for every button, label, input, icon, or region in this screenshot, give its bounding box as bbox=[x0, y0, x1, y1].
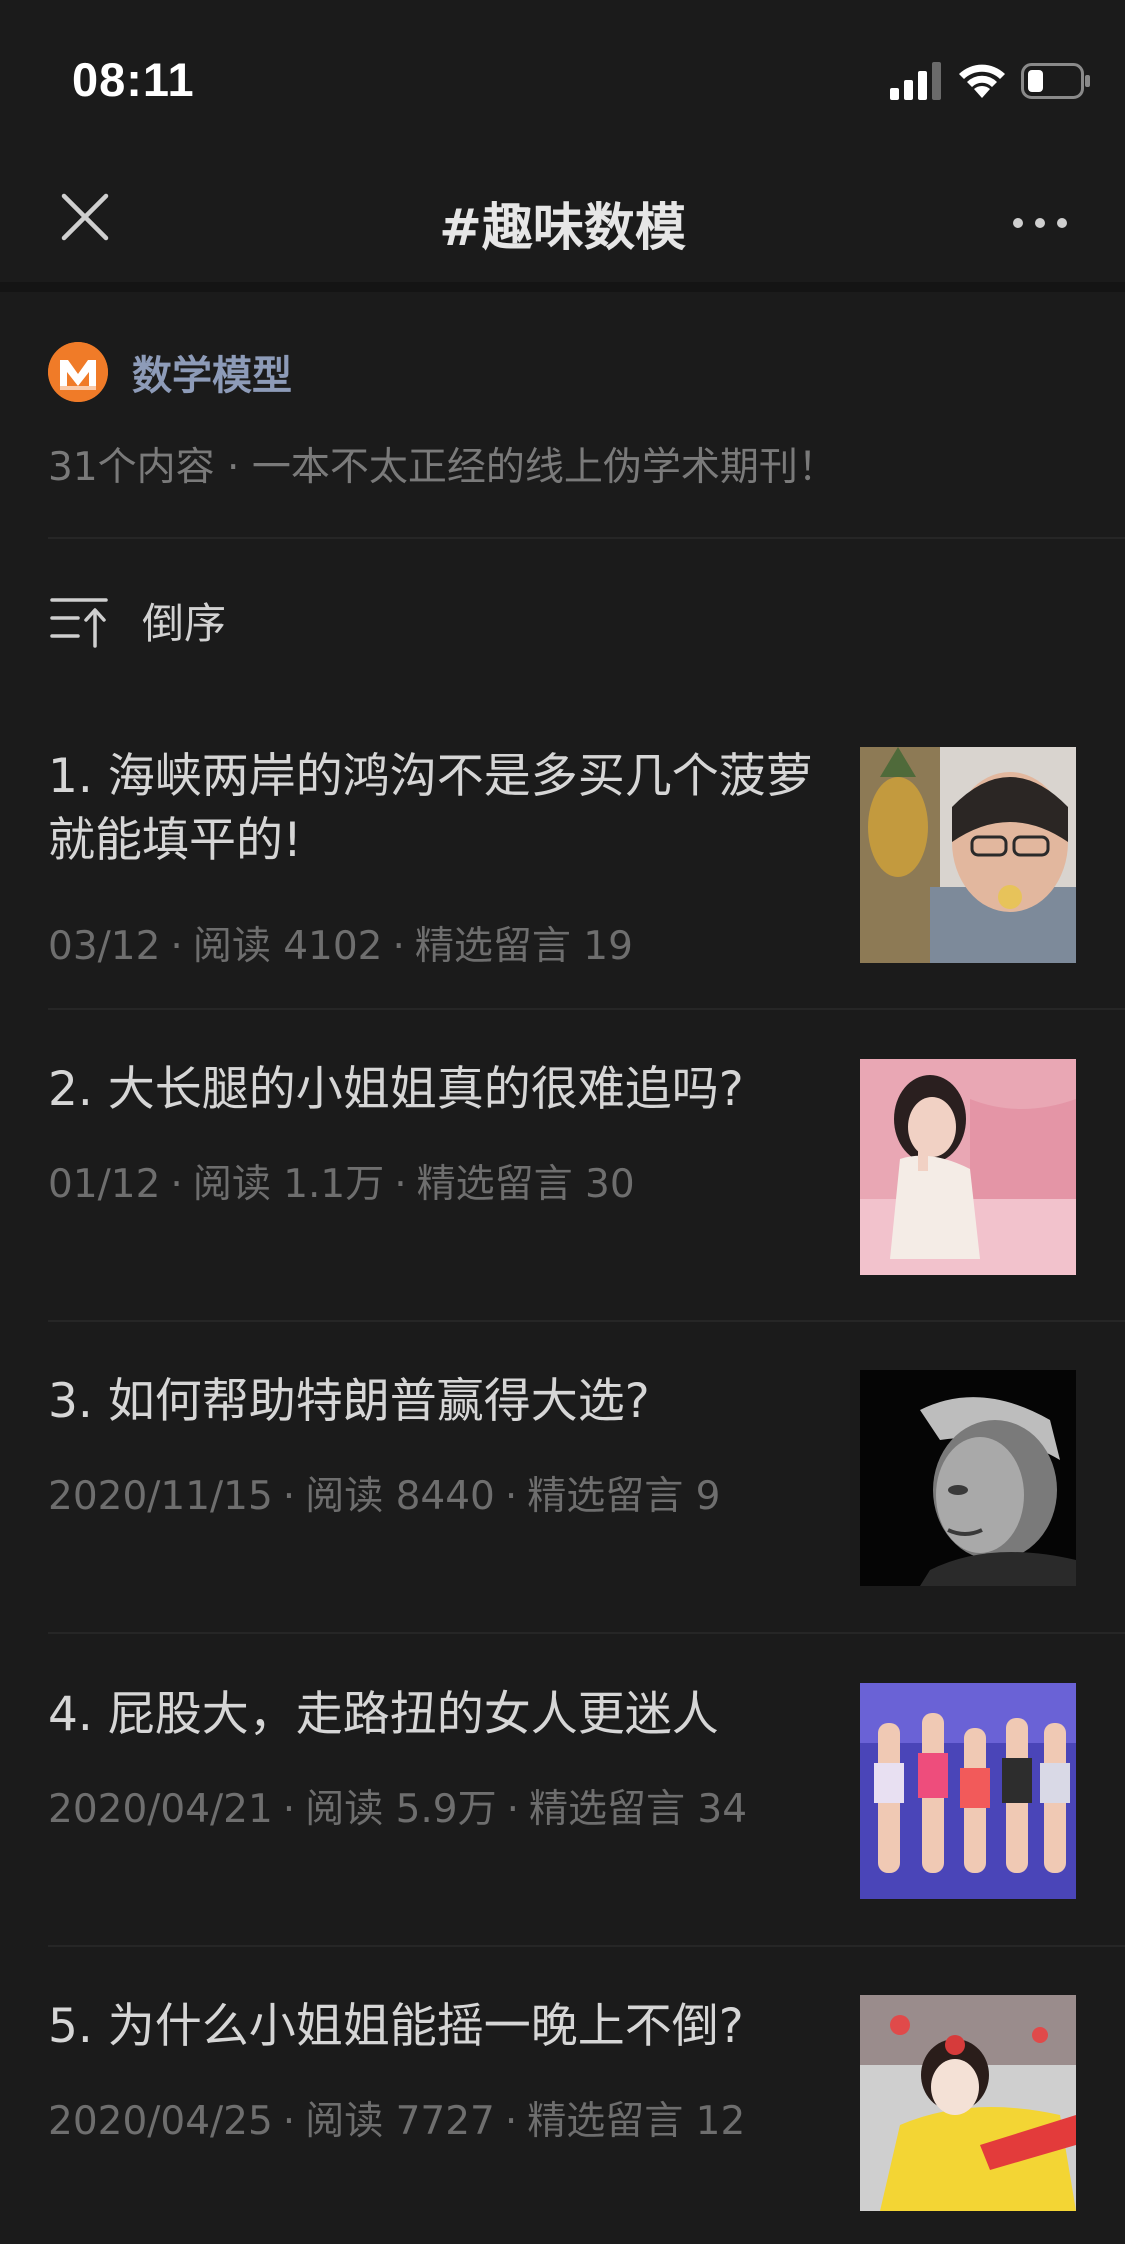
article-title[interactable]: 2. 大长腿的小姐姐真的很难追吗? bbox=[48, 1058, 838, 1122]
divider bbox=[48, 1008, 1125, 1010]
article-meta: 01/12 · 阅读 1.1万 · 精选留言 30 bbox=[48, 1162, 635, 1207]
list-item[interactable]: 2. 大长腿的小姐姐真的很难追吗? 01/12 · 阅读 1.1万 · 精选留言 30 bbox=[48, 1058, 1125, 1322]
list-item[interactable]: 4. 屁股大，走路扭的女人更迷人 2020/04/21 · 阅读 5.9万 · 精选留言… bbox=[48, 1683, 1125, 1947]
article-date: 2020/04/25 bbox=[48, 2099, 273, 2144]
article-comments: 精选留言 19 bbox=[414, 924, 633, 969]
black-white-portrait-photo bbox=[860, 1370, 1076, 1586]
article-comments: 精选留言 9 bbox=[527, 1474, 721, 1519]
account-name[interactable]: 数学模型 bbox=[132, 343, 292, 401]
battery-icon bbox=[1021, 63, 1090, 99]
divider bbox=[48, 537, 1125, 539]
article-comments: 精选留言 30 bbox=[416, 1162, 635, 1207]
list-item[interactable]: 1. 海峡两岸的鸿沟不是多买几个菠萝就能填平的! 03/12 · 阅读 4102 · 精… bbox=[48, 745, 1125, 1010]
article-reads: 阅读 8440 bbox=[305, 1474, 495, 1519]
status-time: 08:11 bbox=[72, 53, 195, 106]
article-thumbnail[interactable] bbox=[860, 1059, 1076, 1275]
article-thumbnail[interactable] bbox=[860, 1995, 1076, 2211]
divider bbox=[48, 1320, 1125, 1322]
article-title[interactable]: 3. 如何帮助特朗普赢得大选? bbox=[48, 1370, 838, 1434]
sort-toggle[interactable]: 倒序 bbox=[48, 585, 226, 655]
article-reads: 阅读 7727 bbox=[305, 2099, 495, 2144]
article-meta: 03/12 · 阅读 4102 · 精选留言 19 bbox=[48, 924, 633, 969]
nav-divider bbox=[0, 282, 1125, 292]
list-item[interactable]: 5. 为什么小姐姐能摇一晚上不倒? 2020/04/25 · 阅读 7727 · 精选留… bbox=[48, 1995, 1125, 2244]
article-date: 2020/04/21 bbox=[48, 1787, 273, 1832]
article-date: 01/12 bbox=[48, 1162, 161, 1207]
status-bar: 08:11 bbox=[0, 0, 1125, 160]
article-meta: 2020/04/21 · 阅读 5.9万 · 精选留言 34 bbox=[48, 1787, 748, 1832]
woman-eating-pineapple-photo bbox=[860, 747, 1076, 963]
logo-m-icon bbox=[48, 342, 108, 402]
divider bbox=[48, 1632, 1125, 1634]
article-date: 2020/11/15 bbox=[48, 1474, 273, 1519]
runway-models-photo bbox=[860, 1683, 1076, 1899]
sort-order-icon bbox=[50, 598, 108, 648]
divider bbox=[48, 1945, 1125, 1947]
sort-label: 倒序 bbox=[142, 598, 227, 648]
article-date: 03/12 bbox=[48, 924, 161, 969]
account-link[interactable]: 数学模型 bbox=[48, 340, 292, 404]
article-title[interactable]: 1. 海峡两岸的鸿沟不是多买几个菠萝就能填平的! bbox=[48, 745, 838, 873]
article-title[interactable]: 5. 为什么小姐姐能摇一晚上不倒? bbox=[48, 1995, 838, 2059]
wifi-icon bbox=[959, 64, 1005, 98]
article-comments: 精选留言 34 bbox=[529, 1787, 748, 1832]
article-thumbnail[interactable] bbox=[860, 747, 1076, 963]
article-meta: 2020/11/15 · 阅读 8440 · 精选留言 9 bbox=[48, 1474, 721, 1519]
list-item[interactable]: 3. 如何帮助特朗普赢得大选? 2020/11/15 · 阅读 8440 · 精选留言 … bbox=[48, 1370, 1125, 1634]
account-description: 31个内容 · 一本不太正经的线上伪学术期刊！ bbox=[48, 445, 837, 490]
page-title: #趣味数模 bbox=[439, 199, 686, 258]
article-reads: 阅读 1.1万 bbox=[192, 1162, 385, 1207]
article-meta: 2020/04/25 · 阅读 7727 · 精选留言 12 bbox=[48, 2099, 746, 2144]
article-title[interactable]: 4. 屁股大，走路扭的女人更迷人 bbox=[48, 1683, 838, 1747]
nav-bar: #趣味数模 bbox=[0, 160, 1125, 285]
article-reads: 阅读 5.9万 bbox=[305, 1787, 497, 1832]
article-reads: 阅读 4102 bbox=[192, 924, 383, 969]
article-thumbnail[interactable] bbox=[860, 1370, 1076, 1586]
avatar bbox=[48, 342, 108, 402]
article-comments: 精选留言 12 bbox=[527, 2099, 746, 2144]
woman-on-pink-bed-photo bbox=[860, 1059, 1076, 1275]
signal-icon bbox=[890, 62, 941, 100]
article-thumbnail[interactable] bbox=[860, 1683, 1076, 1899]
performer-in-costume-photo bbox=[860, 1995, 1076, 2211]
more-icon[interactable] bbox=[1010, 208, 1070, 238]
